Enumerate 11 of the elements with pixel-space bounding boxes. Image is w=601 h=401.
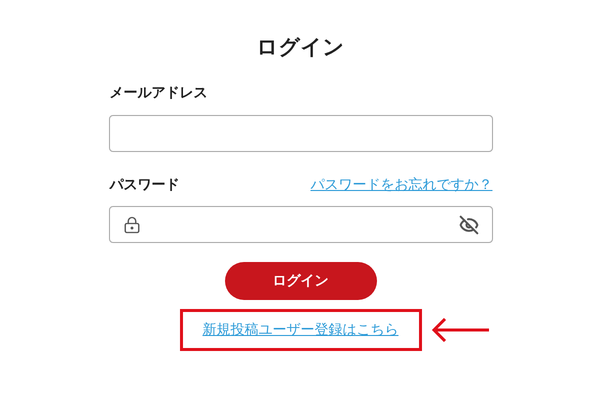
arrow-icon bbox=[432, 318, 490, 342]
email-field[interactable] bbox=[108, 115, 492, 152]
page-title: ログイン bbox=[256, 34, 344, 61]
login-button[interactable]: ログイン bbox=[224, 262, 376, 300]
password-field[interactable] bbox=[108, 206, 492, 243]
lock-icon bbox=[122, 216, 140, 234]
forgot-password-link[interactable]: パスワードをお忘れですか？ bbox=[310, 175, 492, 195]
register-link[interactable]: 新規投稿ユーザー登録はこちら bbox=[202, 320, 398, 340]
password-label: パスワード bbox=[110, 176, 180, 195]
eye-off-icon[interactable] bbox=[458, 214, 478, 234]
email-label: メールアドレス bbox=[110, 84, 208, 103]
